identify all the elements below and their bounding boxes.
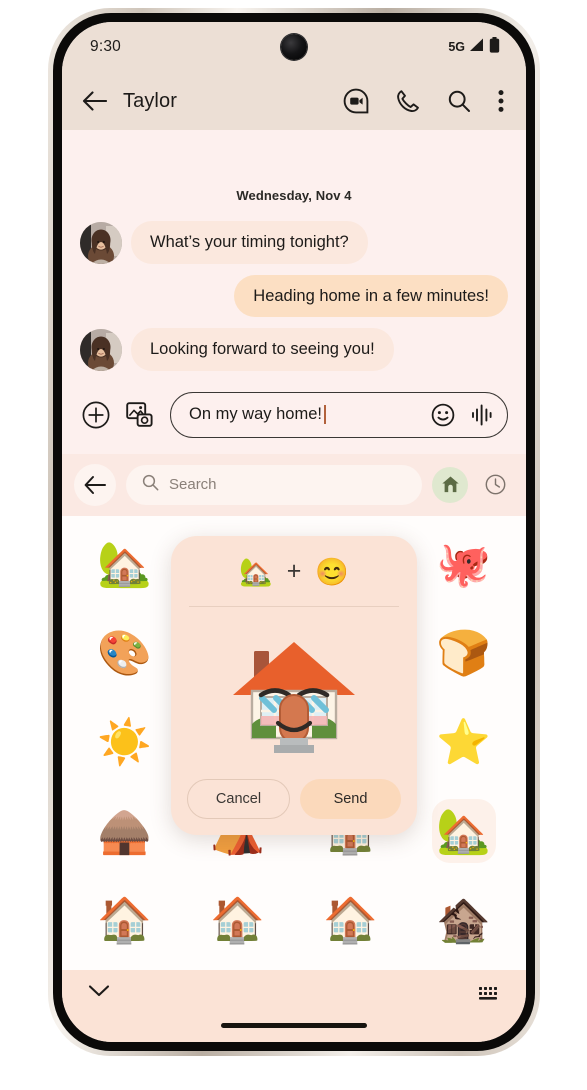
house-star-sticker[interactable]: ⭐ — [407, 698, 520, 787]
house-octopus-sticker[interactable]: 🐙 — [407, 520, 520, 609]
status-bar: 9:30 5G — [62, 22, 526, 72]
house-mansion-sticker[interactable]: 🏡 — [68, 520, 181, 609]
sticker-search-input[interactable]: Search — [126, 464, 422, 505]
page-title: Taylor — [123, 89, 177, 112]
phone-call-icon[interactable] — [396, 89, 420, 113]
image-gallery-icon[interactable] — [126, 402, 154, 428]
house-barn-sticker-glyph: 🏚️ — [436, 896, 491, 946]
sticker-grid-area: 🏡🕯️🪣🐙🎨🏠🌭🍞☀️🚪🪟⭐🛖⛺🏠🏡🏠🏠🏠🏚️ 🏡 + 😊 — [62, 515, 526, 970]
compose-field-actions — [431, 403, 493, 427]
combo-source-row: 🏡 + 😊 — [187, 556, 401, 606]
signal-bars-icon — [469, 38, 485, 57]
avatar — [80, 328, 122, 371]
igloo-sticker-glyph: 🛖 — [97, 807, 152, 857]
divider — [189, 605, 399, 607]
compose-bar: On my way home! — [62, 381, 526, 454]
conversation-thread: Wednesday, Nov 4 What’s your timing toni… — [62, 130, 526, 382]
house-mansion-sticker-glyph: 🏡 — [97, 540, 152, 590]
sticker-search-placeholder: Search — [169, 476, 217, 494]
house-brown-sticker-glyph: 🏠 — [210, 896, 265, 946]
status-indicators: 5G — [448, 36, 500, 58]
date-divider: Wednesday, Nov 4 — [236, 188, 352, 203]
home-gesture-pill[interactable] — [221, 1023, 367, 1028]
house-barn-sticker[interactable]: 🏚️ — [407, 876, 520, 965]
send-button[interactable]: Send — [300, 778, 401, 819]
message-row-incoming-2: Looking forward to seeing you! — [80, 328, 508, 371]
tab-recent[interactable] — [478, 468, 512, 502]
emoji-smiley-icon[interactable] — [431, 403, 455, 427]
cancel-button[interactable]: Cancel — [187, 778, 290, 819]
message-row-outgoing-1: Heading home in a few minutes! — [80, 274, 508, 318]
tab-home[interactable] — [432, 466, 468, 503]
house-with-smiling-face-combo — [187, 615, 401, 779]
search-icon[interactable] — [447, 89, 471, 113]
message-bubble[interactable]: What’s your timing tonight? — [131, 221, 368, 264]
igloo-sticker[interactable]: 🛖 — [68, 787, 181, 876]
conversation-app-bar: Taylor — [62, 72, 526, 130]
network-type-label: 5G — [448, 40, 465, 54]
front-camera-punch-hole — [281, 34, 307, 60]
phone-screen: 9:30 5G Taylor Wednesday, Nov 4 What’s y… — [62, 22, 526, 1042]
phone-bezel: 9:30 5G Taylor Wednesday, Nov 4 What’s y… — [53, 13, 535, 1051]
house-bread-sticker-glyph: 🍞 — [436, 629, 491, 679]
sticker-back-button[interactable] — [74, 463, 116, 506]
message-bubble[interactable]: Looking forward to seeing you! — [131, 328, 394, 371]
text-caret — [323, 405, 326, 425]
combo-source-left-emoji: 🏡 — [239, 556, 273, 587]
sticker-panel-header: Search — [62, 453, 526, 516]
house-brown-sticker[interactable]: 🏠 — [181, 876, 294, 965]
house-sun-sticker-glyph: ☀️ — [97, 718, 152, 768]
overflow-menu-icon[interactable] — [498, 89, 504, 113]
house-star-sticker-glyph: ⭐ — [436, 718, 491, 768]
combo-source-right-emoji: 😊 — [315, 556, 349, 587]
phone-frame: 9:30 5G Taylor Wednesday, Nov 4 What’s y… — [48, 8, 540, 1056]
search-icon — [142, 474, 159, 496]
message-input-field[interactable]: On my way home! — [170, 391, 508, 438]
house-small-sticker[interactable]: 🏠 — [68, 876, 181, 965]
app-bar-actions — [343, 88, 504, 114]
house-blue-sticker[interactable]: 🏠 — [294, 876, 407, 965]
plus-circle-icon[interactable] — [82, 401, 110, 429]
keyboard-nav-bar — [62, 970, 526, 1042]
house-blue-sticker-glyph: 🏠 — [323, 896, 378, 946]
back-arrow-icon[interactable] — [82, 90, 107, 112]
house-bread-sticker[interactable]: 🍞 — [407, 609, 520, 698]
voice-waveform-icon[interactable] — [471, 403, 493, 427]
avatar — [80, 221, 122, 264]
house-paint-sticker[interactable]: 🎨 — [68, 609, 181, 698]
message-bubble[interactable]: Heading home in a few minutes! — [234, 274, 508, 318]
house-paint-sticker-glyph: 🎨 — [97, 629, 152, 679]
status-time: 9:30 — [90, 38, 121, 55]
message-row-incoming-1: What’s your timing tonight? — [80, 221, 508, 264]
plus-symbol: + — [286, 557, 302, 586]
video-call-icon[interactable] — [343, 88, 369, 114]
combo-dialog-buttons: Cancel Send — [187, 778, 401, 819]
house-sun-sticker[interactable]: ☀️ — [68, 698, 181, 787]
message-input-value: On my way home! — [189, 405, 322, 424]
emoji-combo-dialog: 🏡 + 😊 Cancel Send — [171, 535, 417, 835]
battery-full-icon — [489, 36, 500, 58]
house-green-sticker-glyph: 🏡 — [436, 807, 491, 857]
house-small-sticker-glyph: 🏠 — [97, 896, 152, 946]
chevron-down-icon[interactable] — [88, 984, 110, 998]
house-green-sticker[interactable]: 🏡 — [407, 787, 520, 876]
keyboard-icon[interactable] — [478, 984, 500, 1002]
house-octopus-sticker-glyph: 🐙 — [436, 540, 491, 590]
